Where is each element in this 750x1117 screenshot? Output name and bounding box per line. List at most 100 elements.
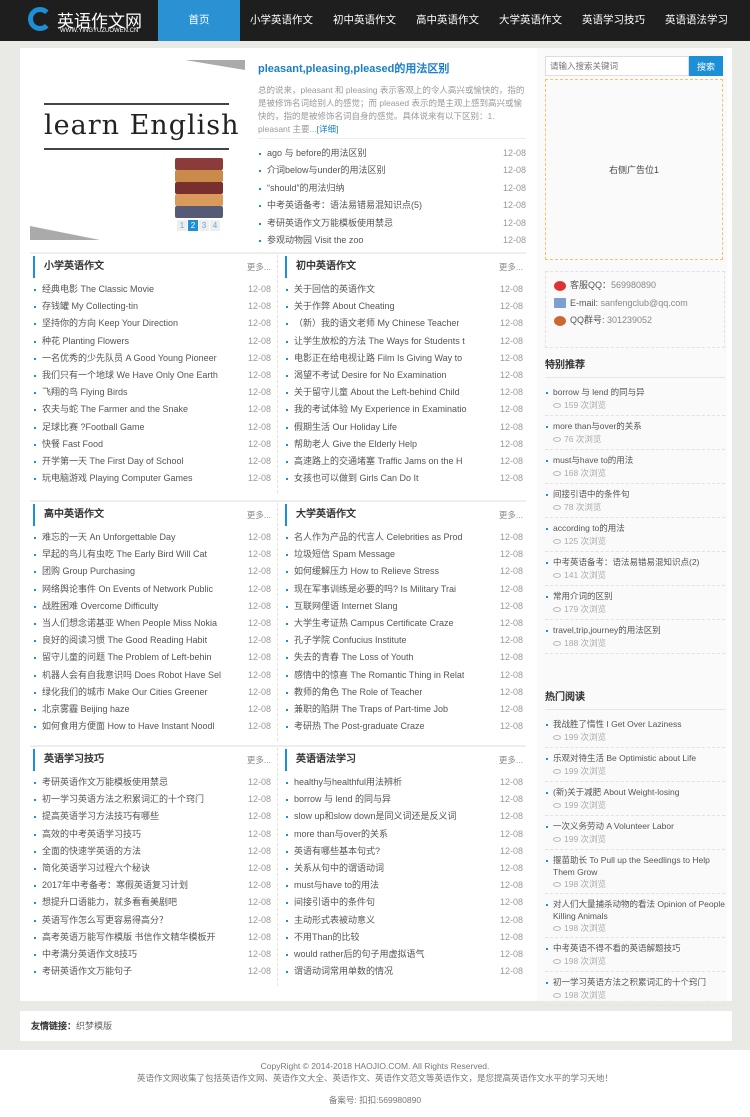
more-link[interactable]: 更多...: [499, 504, 523, 526]
nav-item[interactable]: 大学英语作文: [489, 0, 572, 41]
list-item[interactable]: 农夫与蛇 The Farmer and the Snake 12-08: [33, 401, 271, 419]
sidebar-article[interactable]: 初一学习英语方法之积累词汇的十个窍门 198 次浏览: [545, 972, 725, 1006]
list-item[interactable]: 英语有哪些基本句式? 12-08: [285, 842, 523, 860]
list-item[interactable]: 关于作弊 About Cheating 12-08: [285, 298, 523, 316]
more-link[interactable]: 更多...: [247, 504, 271, 526]
list-item[interactable]: 如何缓解压力 How to Relieve Stress 12-08: [285, 563, 523, 581]
sidebar-article[interactable]: 一次义务劳动 A Volunteer Labor 199 次浏览: [545, 816, 725, 850]
list-item[interactable]: （新）我的语文老师 My Chinese Teacher 12-08: [285, 315, 523, 333]
list-item[interactable]: 让学生放松的方法 The Ways for Students t 12-08: [285, 332, 523, 350]
list-item[interactable]: would rather后的句子用虚拟语气 12-08: [285, 945, 523, 964]
slider-page-4[interactable]: 4: [210, 220, 220, 231]
list-item[interactable]: 想提升口语能力，就多看看美剧吧 12-08: [33, 894, 271, 912]
more-link[interactable]: 更多...: [247, 749, 271, 771]
list-item[interactable]: 初一学习英语方法之积累词汇的十个窍门 12-08: [33, 791, 271, 809]
list-item[interactable]: 关于回信的英语作文 12-08: [285, 281, 523, 299]
list-item[interactable]: 全面的快速学英语的方法 12-08: [33, 842, 271, 860]
list-item[interactable]: 考研英语作文万能模板使用禁忌 12-08: [33, 774, 271, 792]
list-item[interactable]: 考研英语作文万能句子 12-08: [33, 963, 271, 981]
list-item[interactable]: 北京雾霾 Beijing haze 12-08: [33, 700, 271, 719]
nav-item[interactable]: 英语学习技巧: [572, 0, 655, 41]
search-button[interactable]: 搜索: [689, 56, 723, 76]
list-item[interactable]: 介词below与under的用法区别 12-08: [258, 162, 526, 180]
list-item[interactable]: 经典电影 The Classic Movie 12-08: [33, 281, 271, 299]
contact-value[interactable]: 301239052: [607, 315, 652, 325]
list-item[interactable]: 坚持你的方向 Keep Your Direction 12-08: [33, 315, 271, 333]
list-item[interactable]: 感情中的惊喜 The Romantic Thing in Relat 12-08: [285, 666, 523, 684]
list-item[interactable]: 女孩也可以做到 Girls Can Do It 12-08: [285, 470, 523, 488]
list-item[interactable]: 当人们想念诺基亚 When People Miss Nokia 12-08: [33, 614, 271, 633]
sidebar-article[interactable]: 常用介词的区别 179 次浏览: [545, 586, 725, 620]
search-input[interactable]: [545, 56, 689, 76]
contact-value[interactable]: sanfengclub@qq.com: [601, 298, 688, 308]
list-item[interactable]: 帮助老人 Give the Elderly Help 12-08: [285, 435, 523, 453]
nav-item[interactable]: 小学英语作文: [240, 0, 323, 41]
list-item[interactable]: 假期生活 Our Holiday Life 12-08: [285, 418, 523, 436]
list-item[interactable]: 大学生考证热 Campus Certificate Craze 12-08: [285, 614, 523, 633]
article-title[interactable]: borrow 与 lend 的同与异: [553, 387, 725, 399]
list-item[interactable]: 英语写作怎么写更容易得高分？ 12-08: [33, 911, 271, 929]
list-item[interactable]: 快餐 Fast Food 12-08: [33, 435, 271, 453]
list-item[interactable]: 高效的中考英语学习技巧 12-08: [33, 825, 271, 843]
sidebar-article[interactable]: travel,trip,journey的用法区别 188 次浏览: [545, 620, 725, 654]
list-item[interactable]: 团购 Group Purchasing 12-08: [33, 563, 271, 581]
list-item[interactable]: 玩电脑游戏 Playing Computer Games 12-08: [33, 470, 271, 488]
list-item[interactable]: 参观动物园 Visit the zoo 12-08: [258, 231, 526, 250]
article-title[interactable]: 初一学习英语方法之积累词汇的十个窍门: [553, 977, 725, 989]
list-item[interactable]: ago 与 before的用法区别 12-08: [258, 145, 526, 163]
list-item[interactable]: 高考英语万能写作模版 书信作文精华模板开 12-08: [33, 928, 271, 946]
article-title[interactable]: 常用介词的区别: [553, 591, 725, 603]
list-item[interactable]: 良好的阅读习惯 The Good Reading Habit 12-08: [33, 632, 271, 650]
sidebar-article[interactable]: must与have to的用法 168 次浏览: [545, 450, 725, 484]
list-item[interactable]: 电影正在给电视让路 Film Is Giving Way to 12-08: [285, 349, 523, 367]
sidebar-article[interactable]: 中考英语不得不看的英语解题技巧 198 次浏览: [545, 938, 725, 972]
article-title[interactable]: 对人们大量捕杀动物的看法 Opinion of People Killing A…: [553, 899, 725, 922]
friend-link[interactable]: 织梦模版: [76, 1021, 112, 1031]
list-item[interactable]: 考研热 The Post-graduate Craze 12-08: [285, 718, 523, 736]
more-link[interactable]: 更多...: [247, 256, 271, 278]
list-item[interactable]: borrow 与 lend 的同与异 12-08: [285, 791, 523, 809]
list-item[interactable]: 关于留守儿童 About the Left-behind Child 12-08: [285, 384, 523, 402]
article-title[interactable]: 一次义务劳动 A Volunteer Labor: [553, 821, 725, 833]
list-item[interactable]: 关系从句中的谓语动词 12-08: [285, 859, 523, 878]
article-title[interactable]: travel,trip,journey的用法区别: [553, 625, 725, 637]
article-title[interactable]: 中考英语备考：语法易错易混知识点(2): [553, 557, 725, 569]
sidebar-article[interactable]: borrow 与 lend 的同与异 159 次浏览: [545, 382, 725, 416]
list-item[interactable]: 网络舆论事件 On Events of Network Public 12-08: [33, 580, 271, 598]
list-item[interactable]: 高速路上的交通堵塞 Traffic Jams on the H 12-08: [285, 452, 523, 471]
detail-link[interactable]: [详细]: [317, 124, 339, 134]
sidebar-article[interactable]: 中考英语备考：语法易错易混知识点(2) 141 次浏览: [545, 552, 725, 586]
list-item[interactable]: 间接引语中的条件句 12-08: [285, 894, 523, 912]
ad-slot[interactable]: 右侧广告位1: [545, 79, 723, 260]
list-item[interactable]: 绿化我们的城市 Make Our Cities Greener 12-08: [33, 683, 271, 701]
nav-item[interactable]: 首页: [158, 0, 240, 41]
slider-page-3[interactable]: 3: [199, 220, 209, 231]
sidebar-article[interactable]: 对人们大量捕杀动物的看法 Opinion of People Killing A…: [545, 894, 725, 938]
list-item[interactable]: 谓语动词常用单数的情况 12-08: [285, 963, 523, 981]
list-item[interactable]: “should”的用法归纳 12-08: [258, 179, 526, 198]
list-item[interactable]: 开学第一天 The First Day of School 12-08: [33, 452, 271, 471]
list-item[interactable]: 种花 Planting Flowers 12-08: [33, 332, 271, 350]
list-item[interactable]: 失去的青春 The Loss of Youth 12-08: [285, 649, 523, 667]
article-title[interactable]: 中考英语不得不看的英语解题技巧: [553, 943, 725, 955]
list-item[interactable]: 如何食用方便面 How to Have Instant Noodl 12-08: [33, 718, 271, 736]
list-item[interactable]: 2017年中考备考：寒假英语复习计划 12-08: [33, 877, 271, 895]
sidebar-article[interactable]: according to的用法 125 次浏览: [545, 518, 725, 552]
sidebar-article[interactable]: more than与over的关系 76 次浏览: [545, 416, 725, 450]
list-item[interactable]: 孔子学院 Confucius Institute 12-08: [285, 632, 523, 650]
headline-title[interactable]: pleasant,pleasing,pleased的用法区别: [258, 60, 526, 76]
list-item[interactable]: 中考满分英语作文8技巧 12-08: [33, 945, 271, 964]
more-link[interactable]: 更多...: [499, 749, 523, 771]
list-item[interactable]: 互联网俚语 Internet Slang 12-08: [285, 597, 523, 615]
nav-item[interactable]: 初中英语作文: [323, 0, 406, 41]
logo[interactable]: 英语作文网 WWW.YINGYUZUOWEN.CN: [28, 7, 153, 37]
list-item[interactable]: 教师的角色 The Role of Teacher 12-08: [285, 683, 523, 701]
list-item[interactable]: 考研英语作文万能模板使用禁忌 12-08: [258, 214, 526, 232]
article-title[interactable]: according to的用法: [553, 523, 725, 535]
slider-page-2[interactable]: 2: [188, 220, 198, 231]
list-item[interactable]: 战胜困难 Overcome Difficulty 12-08: [33, 597, 271, 615]
list-item[interactable]: 存钱罐 My Collecting-tin 12-08: [33, 298, 271, 316]
contact-value[interactable]: 569980890: [611, 280, 656, 290]
sidebar-article[interactable]: 我战胜了惰性 I Get Over Laziness 199 次浏览: [545, 714, 725, 748]
list-item[interactable]: slow up和slow down是同义词还是反义词 12-08: [285, 808, 523, 826]
